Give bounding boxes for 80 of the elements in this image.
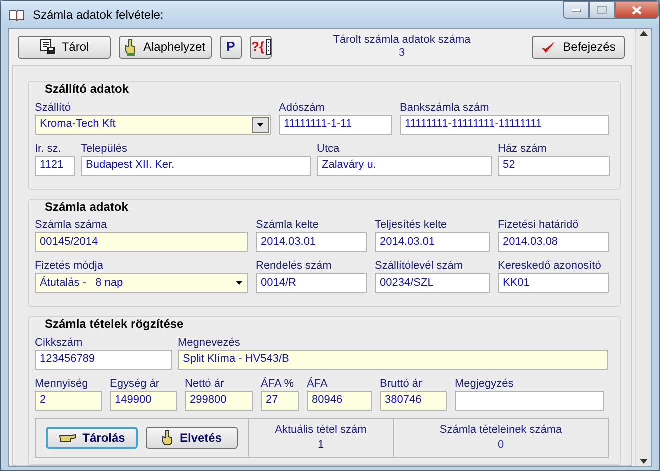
field-label: ÁFA % (261, 376, 296, 390)
minimize-icon (572, 8, 580, 12)
field-label: Számla száma (35, 218, 108, 232)
dropdown-field[interactable]: Átutalás - 8 nap (35, 273, 248, 293)
field-label: Ir. sz. (35, 142, 62, 156)
input-field[interactable]: 52 (498, 156, 610, 176)
input-field[interactable]: 80946 (307, 390, 372, 410)
window-title: Számla adatok felvétele: (33, 6, 165, 24)
dropdown-field[interactable]: Kroma-Tech Kft (35, 114, 271, 134)
input-field[interactable]: 2014.03.01 (256, 232, 367, 252)
field-label: Egység ár (110, 376, 161, 390)
field-label: Adószám (279, 100, 326, 114)
field-label: Szállítólevél szám (375, 259, 464, 273)
pointing-hand-icon (58, 432, 77, 442)
field-label: Bankszámla szám (400, 100, 490, 114)
field-label: Rendelés szám (256, 259, 333, 273)
scrollbar[interactable] (635, 29, 651, 466)
scroll-down-icon[interactable] (640, 459, 648, 464)
reset-button[interactable]: Alaphelyzet (119, 36, 212, 58)
input-field[interactable]: 00234/SZL (375, 273, 490, 293)
hand-icon (125, 38, 138, 56)
input-field[interactable]: KK01 (498, 273, 609, 293)
close-icon (632, 6, 642, 14)
input-field[interactable]: 11111111-1-11 (279, 114, 392, 134)
input-field[interactable]: Zalaváry u. (317, 156, 492, 176)
maximize-button[interactable] (589, 1, 615, 19)
input-field[interactable]: Budapest XII. Ker. (81, 156, 311, 176)
input-field[interactable] (455, 390, 604, 410)
input-field[interactable]: 1121 (35, 156, 75, 176)
input-field[interactable]: 123456789 (35, 350, 172, 370)
store-button[interactable]: Tárolás (46, 426, 138, 448)
finish-button[interactable]: Befejezés (532, 36, 625, 58)
field-label: Kereskedő azonosító (498, 259, 602, 273)
input-field[interactable]: 380746 (380, 390, 447, 410)
scroll-up-icon[interactable] (640, 31, 648, 36)
minimize-button[interactable] (563, 1, 589, 19)
input-field[interactable]: 27 (261, 390, 299, 410)
input-field[interactable]: 2014.03.01 (375, 232, 490, 252)
input-field[interactable]: 2 (35, 390, 102, 410)
counter-label: Számla tételeinek száma (438, 422, 564, 438)
print-button[interactable]: P (220, 36, 242, 58)
field-label: Megnevezés (178, 336, 242, 350)
input-field[interactable]: 2014.03.08 (498, 232, 609, 252)
counter-label: Aktuális tétel szám (274, 422, 368, 438)
field-label: Bruttó ár (380, 376, 424, 390)
list-icon (266, 39, 270, 55)
counter-value: 1 (316, 438, 326, 452)
field-label: Szállító (35, 100, 72, 114)
discard-button[interactable]: Elvetés (146, 426, 238, 448)
field-label: ÁFA (307, 376, 329, 390)
field-label: Ház szám (498, 142, 548, 156)
field-label: Fizetési határidő (498, 218, 580, 232)
field-label: Mennyiség (35, 376, 90, 390)
input-field[interactable]: 11111111-11111111-11111111 (400, 114, 609, 134)
input-field[interactable]: Split Klíma - HV543/B (178, 350, 608, 370)
help-button[interactable]: ?{ (250, 36, 272, 58)
dropdown-arrow-icon (236, 281, 243, 285)
save-button[interactable]: Tárol (18, 36, 111, 58)
field-label: Teljesítés kelte (375, 218, 448, 232)
checkmark-icon (541, 40, 558, 54)
input-field[interactable]: 00145/2014 (35, 232, 248, 252)
field-label: Cikkszám (35, 336, 84, 350)
book-icon (9, 8, 25, 20)
field-label: Település (81, 142, 128, 156)
counter-value: 0 (496, 438, 506, 452)
dropdown-arrow-icon (257, 122, 264, 126)
field-label: Fizetés módja (35, 259, 104, 273)
maximize-icon (597, 6, 607, 14)
field-label: Nettó ár (185, 376, 226, 390)
hand-icon (162, 430, 174, 446)
field-label: Megjegyzés (455, 376, 515, 390)
input-field[interactable]: 0014/R (256, 273, 367, 293)
input-field[interactable]: 299800 (185, 390, 253, 410)
field-label: Utca (317, 142, 341, 156)
field-label: Számla kelte (256, 218, 320, 232)
floppy-disk-icon (40, 39, 56, 55)
close-button[interactable] (615, 1, 659, 19)
counter-label: Tárolt számla adatok száma (332, 34, 472, 47)
input-field[interactable]: 149900 (110, 390, 177, 410)
counter-value: 3 (398, 47, 406, 60)
